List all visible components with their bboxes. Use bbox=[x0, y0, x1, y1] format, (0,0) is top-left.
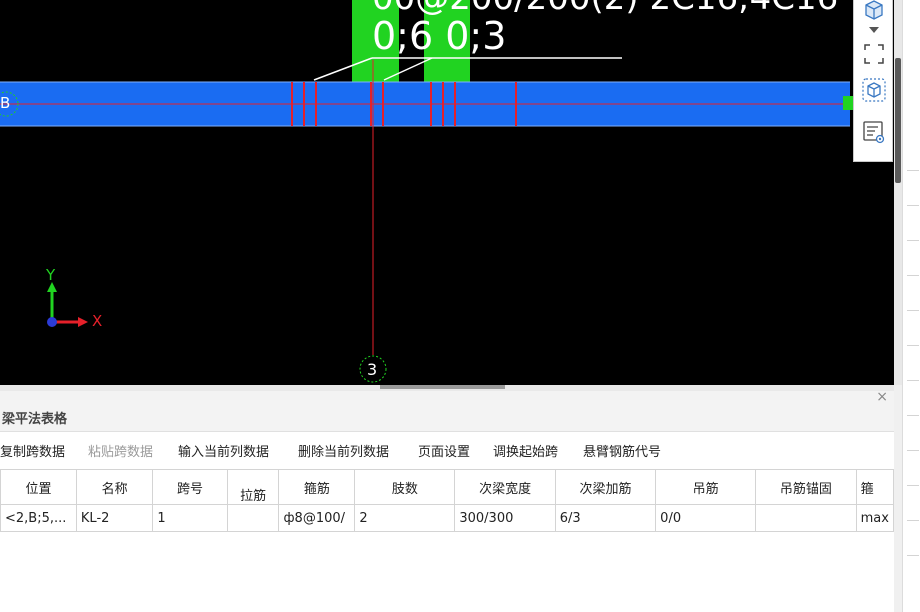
pane-divider bbox=[907, 415, 919, 416]
pane-divider bbox=[907, 275, 919, 276]
header-hanger-anchor[interactable]: 吊筋锚固 bbox=[755, 469, 857, 505]
cantilever-rebar-code-button[interactable]: 悬臂钢筋代号 bbox=[583, 441, 661, 460]
cell-hanger-anchor[interactable] bbox=[755, 504, 857, 532]
header-span-no[interactable]: 跨号 bbox=[152, 469, 228, 505]
header-hanger[interactable]: 吊筋 bbox=[655, 469, 757, 505]
cell-sec-beam-rebar[interactable]: 6/3 bbox=[554, 504, 657, 532]
page-setup-button[interactable]: 页面设置 bbox=[418, 441, 470, 460]
pane-divider bbox=[907, 380, 919, 381]
table-row: <2,B;5,... KL-2 1 ф8@100/ 2 300/300 6/3 … bbox=[0, 504, 895, 532]
x-axis-label: X bbox=[92, 312, 103, 330]
3d-box-icon[interactable] bbox=[860, 76, 888, 104]
header-sec-beam-rebar[interactable]: 次梁加筋 bbox=[554, 469, 657, 505]
header-sec-beam-width[interactable]: 次梁宽度 bbox=[454, 469, 556, 505]
cell-hanger[interactable]: 0/0 bbox=[655, 504, 757, 532]
pane-divider bbox=[907, 310, 919, 311]
beam-table: 位置 名称 跨号 拉筋 箍筋 肢数 次梁宽度 次梁加筋 吊筋 吊筋锚固 箍 <2… bbox=[0, 469, 895, 532]
header-stirrup[interactable]: 箍筋 bbox=[278, 469, 356, 505]
panel-title: 梁平法表格 bbox=[2, 412, 68, 427]
span-label: 0;6 0;3 bbox=[372, 14, 507, 58]
pane-divider bbox=[907, 170, 919, 171]
header-stirrup-2[interactable]: 箍 bbox=[855, 469, 895, 505]
beam-end-grip[interactable] bbox=[843, 96, 853, 110]
close-panel-button[interactable]: × bbox=[876, 389, 888, 405]
pane-divider bbox=[907, 450, 919, 451]
origin-dot bbox=[47, 317, 57, 327]
copy-span-data-button[interactable]: 复制跨数据 bbox=[0, 441, 65, 460]
swap-start-span-button[interactable]: 调换起始跨 bbox=[493, 441, 558, 460]
header-tie-bar[interactable]: 拉筋 bbox=[226, 469, 280, 505]
y-axis-label: Y bbox=[46, 266, 56, 284]
view-toolstrip bbox=[853, 0, 893, 162]
splitter-grip[interactable] bbox=[380, 385, 505, 389]
pane-divider bbox=[907, 205, 919, 206]
scrollbar-thumb[interactable] bbox=[895, 58, 901, 183]
pane-divider bbox=[907, 555, 919, 556]
cell-stirrup-2[interactable]: max bbox=[855, 504, 895, 532]
input-column-data-button[interactable]: 输入当前列数据 bbox=[178, 441, 269, 460]
right-side-pane bbox=[902, 0, 920, 612]
pane-divider bbox=[907, 240, 919, 241]
pane-divider bbox=[907, 485, 919, 486]
panel-titlebar: 梁平法表格 × bbox=[0, 389, 894, 432]
display-settings-icon[interactable] bbox=[860, 118, 888, 146]
cell-tie-bar[interactable] bbox=[226, 504, 280, 532]
cell-stirrup[interactable]: ф8@100/ bbox=[278, 504, 356, 532]
x-arrow-head bbox=[78, 317, 88, 327]
header-name[interactable]: 名称 bbox=[75, 469, 154, 505]
beam-table-panel: 梁平法表格 × 复制跨数据 粘贴跨数据 输入当前列数据 删除当前列数据 页面设置… bbox=[0, 389, 895, 612]
cell-legs[interactable]: 2 bbox=[354, 504, 456, 532]
vertical-scrollbar[interactable] bbox=[894, 0, 902, 385]
delete-column-data-button[interactable]: 删除当前列数据 bbox=[298, 441, 389, 460]
header-position[interactable]: 位置 bbox=[0, 469, 77, 505]
pane-divider bbox=[907, 345, 919, 346]
cell-sec-beam-width[interactable]: 300/300 bbox=[454, 504, 556, 532]
axis-label-b: B bbox=[0, 94, 11, 112]
panel-toolbar: 复制跨数据 粘贴跨数据 输入当前列数据 删除当前列数据 页面设置 调换起始跨 悬… bbox=[0, 432, 894, 460]
pane-divider bbox=[907, 520, 919, 521]
table-header-row: 位置 名称 跨号 拉筋 箍筋 肢数 次梁宽度 次梁加筋 吊筋 吊筋锚固 箍 bbox=[0, 469, 895, 505]
drawing-canvas[interactable]: 00@200/200(2) 2C16;4C16 0;6 0;3 B 3 Y X bbox=[0, 0, 894, 385]
axis-label-3: 3 bbox=[367, 360, 378, 379]
fullscreen-icon[interactable] bbox=[860, 40, 888, 68]
header-legs[interactable]: 肢数 bbox=[354, 469, 456, 505]
cell-position[interactable]: <2,B;5,... bbox=[0, 504, 77, 532]
paste-span-data-button[interactable]: 粘贴跨数据 bbox=[88, 441, 153, 460]
dropdown-icon[interactable] bbox=[860, 20, 888, 40]
cell-name[interactable]: KL-2 bbox=[75, 504, 154, 532]
cell-span-no[interactable]: 1 bbox=[152, 504, 228, 532]
